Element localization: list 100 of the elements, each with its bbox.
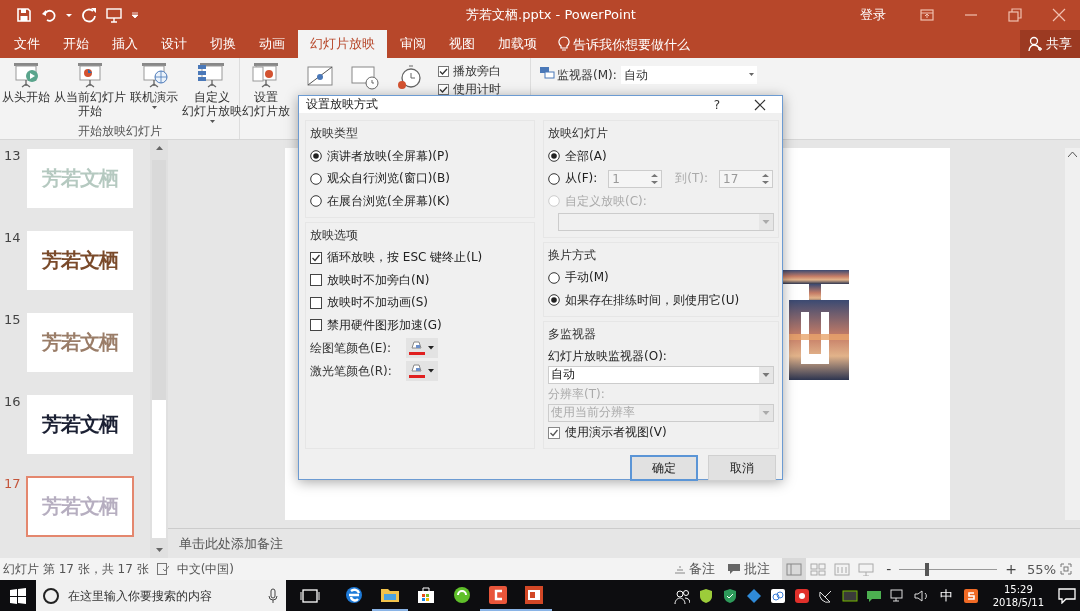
language-indicator[interactable]: 中文(中国) bbox=[176, 560, 234, 578]
ribbon-button[interactable]: 联机演示 bbox=[128, 58, 180, 124]
redo-icon[interactable] bbox=[81, 7, 97, 23]
cancel-button[interactable]: 取消 bbox=[708, 455, 776, 481]
radio-button[interactable] bbox=[548, 150, 560, 163]
ribbon-tab[interactable]: 动画 bbox=[249, 30, 295, 58]
slide-thumbnail[interactable]: 芳若文栖 bbox=[26, 394, 134, 455]
slide-title: 芳若文栖 bbox=[42, 165, 118, 192]
checkbox-option[interactable]: 使用计时 bbox=[438, 81, 501, 98]
ribbon-button[interactable]: 从当前幻灯片 开始 bbox=[52, 58, 128, 124]
radio-button[interactable] bbox=[310, 195, 322, 208]
radio-button[interactable] bbox=[310, 172, 322, 185]
radio-button[interactable] bbox=[310, 150, 322, 163]
scrollbar[interactable] bbox=[1065, 148, 1080, 520]
input-method-indicator[interactable]: 中 bbox=[939, 586, 953, 605]
search-field[interactable]: 在这里输入你要搜索的内容 bbox=[68, 588, 260, 603]
comments-button[interactable]: 批注 bbox=[727, 560, 771, 578]
ribbon-tab[interactable]: 开始 bbox=[53, 30, 99, 58]
group-heading: 放映选项 bbox=[310, 226, 359, 244]
share-button[interactable]: 共享 bbox=[1020, 30, 1080, 58]
save-icon[interactable] bbox=[16, 7, 32, 23]
caret-icon bbox=[151, 105, 157, 110]
checkbox[interactable] bbox=[310, 296, 322, 309]
checkbox[interactable] bbox=[310, 251, 322, 264]
normal-view-icon bbox=[786, 562, 803, 576]
search-bar[interactable]: 在这里输入你要搜索的内容 bbox=[36, 580, 286, 611]
network-icon[interactable] bbox=[889, 587, 906, 604]
radio-button[interactable] bbox=[548, 294, 560, 307]
monitor-dropdown[interactable]: 自动 bbox=[548, 365, 774, 384]
checkbox[interactable] bbox=[548, 426, 560, 439]
monitor-dropdown[interactable]: 自动 bbox=[620, 66, 757, 84]
undo-icon[interactable] bbox=[41, 7, 57, 23]
help-button[interactable]: ? bbox=[713, 97, 720, 112]
radio-option[interactable]: 观众自行浏览(窗口)(B) bbox=[310, 167, 530, 190]
ribbon-tab[interactable]: 加载项 bbox=[488, 30, 547, 58]
radio-button[interactable] bbox=[548, 172, 560, 185]
fit-window-icon[interactable] bbox=[1060, 563, 1072, 575]
slider-thumb[interactable] bbox=[924, 562, 929, 576]
rehearse-timing-icon[interactable] bbox=[350, 63, 380, 91]
slide-title: 芳若文栖 bbox=[42, 411, 118, 438]
restore-icon[interactable] bbox=[1008, 8, 1022, 22]
ribbon-tab[interactable]: 设计 bbox=[151, 30, 197, 58]
checkbox-option[interactable]: 使用演示者视图(V) bbox=[548, 421, 774, 444]
shield-icon[interactable] bbox=[721, 587, 738, 604]
close-icon[interactable] bbox=[754, 98, 766, 111]
radio-option[interactable]: 在展台浏览(全屏幕)(K) bbox=[310, 190, 530, 213]
notification-icon[interactable] bbox=[1058, 587, 1076, 604]
projector-screen-icon bbox=[251, 61, 281, 89]
spell-check-icon[interactable] bbox=[156, 563, 169, 575]
sign-in-link[interactable]: 登录 bbox=[860, 6, 886, 24]
ribbon-tab[interactable]: 插入 bbox=[102, 30, 148, 58]
radio-button[interactable] bbox=[548, 271, 560, 284]
clock[interactable]: 15:29 2018/5/11 bbox=[992, 582, 1044, 609]
checkbox[interactable] bbox=[310, 274, 322, 287]
caret-icon bbox=[759, 213, 773, 230]
radio-option[interactable]: 演讲者放映(全屏幕)(P) bbox=[310, 145, 530, 168]
caret-icon bbox=[759, 404, 773, 421]
checkbox-option[interactable]: 循环放映，按 ESC 键终止(L) bbox=[310, 246, 530, 269]
graphics-card-icon[interactable] bbox=[841, 587, 858, 604]
ribbon-button[interactable]: 从头开始 bbox=[0, 58, 52, 124]
volume-icon[interactable] bbox=[913, 587, 930, 604]
color-picker-button[interactable] bbox=[406, 361, 438, 381]
ribbon-tab[interactable]: 切换 bbox=[200, 30, 246, 58]
zoom-in-button[interactable]: + bbox=[1005, 561, 1018, 577]
monitor-icon bbox=[539, 66, 555, 80]
ok-button[interactable]: 确定 bbox=[630, 455, 698, 481]
ribbon-tab[interactable]: 视图 bbox=[439, 30, 485, 58]
notes-button[interactable]: 备注 bbox=[674, 560, 716, 578]
checkbox-option[interactable]: 放映时不加旁白(N) bbox=[310, 269, 530, 292]
presentation-icon[interactable] bbox=[106, 7, 122, 23]
tell-me-field[interactable]: 告诉我你想要做什么 bbox=[573, 36, 713, 52]
checkbox-option[interactable]: 禁用硬件图形加速(G) bbox=[310, 314, 530, 337]
scroll-thumb[interactable] bbox=[152, 160, 166, 538]
color-picker-button[interactable] bbox=[406, 338, 438, 358]
comment-icon bbox=[727, 563, 742, 575]
ribbon-tab[interactable]: 审阅 bbox=[390, 30, 436, 58]
windows-logo-icon[interactable] bbox=[10, 587, 26, 604]
scrollbar[interactable] bbox=[150, 140, 168, 558]
ribbon-display-icon[interactable] bbox=[920, 8, 934, 22]
shield-icon[interactable] bbox=[697, 587, 714, 604]
radio-option[interactable]: 全部(A) bbox=[548, 145, 774, 168]
zoom-out-button[interactable]: - bbox=[886, 561, 892, 577]
field-label: 监视器(M): bbox=[557, 67, 617, 84]
radio-option[interactable]: 手动(M) bbox=[548, 266, 774, 289]
checkbox-option[interactable]: 放映时不加动画(S) bbox=[310, 291, 530, 314]
radio-option[interactable]: 从(F): 1 到(T): 17 bbox=[548, 167, 774, 190]
radio-option[interactable]: 如果存在排练时间，则使用它(U) bbox=[548, 289, 774, 312]
checkbox[interactable] bbox=[310, 319, 322, 332]
input-method-icon[interactable] bbox=[962, 587, 979, 604]
task-view-icon[interactable] bbox=[300, 588, 320, 603]
checkbox[interactable] bbox=[438, 66, 449, 77]
checkbox-option[interactable]: 播放旁白 bbox=[438, 63, 501, 80]
zoom-level[interactable]: 55% bbox=[1027, 561, 1056, 577]
ribbon-tab[interactable]: 文件 bbox=[4, 30, 50, 58]
people-icon[interactable] bbox=[673, 587, 690, 604]
checkbox[interactable] bbox=[438, 84, 449, 95]
slide-thumbnail[interactable]: 芳若文栖 bbox=[26, 230, 134, 291]
slide-thumbnail[interactable]: 芳若文栖 bbox=[26, 312, 134, 373]
app-icon[interactable] bbox=[793, 587, 810, 604]
ribbon-tab[interactable]: 幻灯片放映 bbox=[298, 30, 387, 58]
